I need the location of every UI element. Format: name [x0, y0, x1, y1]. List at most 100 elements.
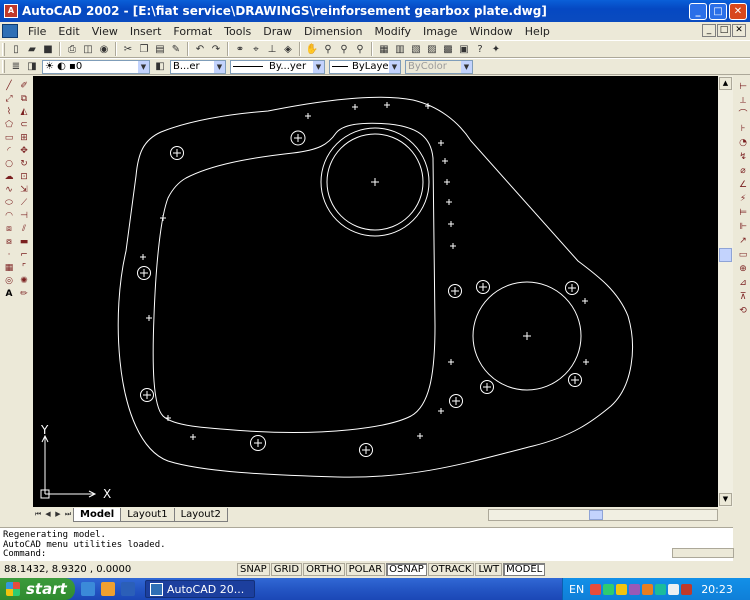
polyline-icon[interactable]: ⌇ — [3, 107, 15, 118]
ucs-icon[interactable]: ⊥ — [265, 43, 279, 56]
drawing-canvas[interactable]: Y X — [33, 76, 718, 507]
menu-image[interactable]: Image — [417, 25, 463, 38]
osnap-toggle[interactable]: OSNAP — [386, 563, 427, 576]
menu-format[interactable]: Format — [167, 25, 218, 38]
first-tab-icon[interactable]: ⏮ — [33, 509, 43, 520]
coordinate-readout[interactable]: 88.1432, 8.9320 , 0.0000 — [0, 564, 237, 575]
menu-draw[interactable]: Draw — [257, 25, 298, 38]
zoom-realtime-icon[interactable]: ⚲ — [321, 43, 335, 56]
rotate-icon[interactable]: ↻ — [18, 159, 30, 170]
radius-dimension-icon[interactable]: ◔ — [737, 138, 749, 149]
toolbar-grip[interactable] — [2, 42, 5, 56]
join-icon[interactable]: ▬ — [18, 237, 30, 248]
maximize-button[interactable]: □ — [709, 3, 727, 20]
lwt-toggle[interactable]: LWT — [475, 563, 503, 576]
dimension-update-icon[interactable]: ⟲ — [737, 306, 749, 317]
minimize-button[interactable]: _ — [689, 3, 707, 20]
properties-icon[interactable]: ▦ — [377, 43, 391, 56]
tool-palettes-icon[interactable]: ▧ — [409, 43, 423, 56]
calculator-icon[interactable]: ▣ — [457, 43, 471, 56]
zoom-window-icon[interactable]: ⚲ — [337, 43, 351, 56]
menu-window[interactable]: Window — [463, 25, 518, 38]
tolerance-icon[interactable]: ▭ — [737, 250, 749, 261]
grid-toggle[interactable]: GRID — [270, 563, 303, 576]
stretch-icon[interactable]: ⇲ — [18, 185, 30, 196]
tab-layout1[interactable]: Layout1 — [120, 507, 175, 522]
arc-length-icon[interactable]: ⌒ — [737, 110, 749, 121]
cut-icon[interactable]: ✂ — [121, 43, 135, 56]
array-icon[interactable]: ⊞ — [18, 133, 30, 144]
command-window[interactable]: Regenerating model. AutoCAD menu utiliti… — [0, 527, 733, 561]
help-icon[interactable]: ? — [473, 43, 487, 56]
break-icon[interactable]: ⫽ — [18, 224, 30, 235]
ordinate-dimension-icon[interactable]: ⊦ — [737, 124, 749, 135]
explode-icon[interactable]: ✺ — [18, 276, 30, 287]
copy-icon[interactable]: ❐ — [137, 43, 151, 56]
tray-app-icon[interactable] — [616, 583, 628, 595]
doc-close-button[interactable]: ✕ — [732, 24, 746, 37]
offset-icon[interactable]: ⊂ — [18, 120, 30, 131]
doc-maximize-button[interactable]: □ — [717, 24, 731, 37]
prev-tab-icon[interactable]: ◀ — [43, 509, 53, 520]
ortho-toggle[interactable]: ORTHO — [303, 563, 345, 576]
ellipse-arc-icon[interactable]: ◠ — [3, 211, 15, 222]
tray-app-icon[interactable] — [603, 583, 615, 595]
erase-icon[interactable]: ✐ — [18, 81, 30, 92]
zoom-previous-icon[interactable]: ⚲ — [353, 43, 367, 56]
menu-help[interactable]: Help — [519, 25, 556, 38]
polygon-icon[interactable]: ⬠ — [3, 120, 15, 131]
multiline-text-icon[interactable]: A — [3, 289, 15, 300]
horizontal-scroll-thumb[interactable] — [589, 510, 603, 520]
copy-object-icon[interactable]: ⧉ — [18, 94, 30, 105]
dimension-edit-icon[interactable]: ⊿ — [737, 278, 749, 289]
extend-icon[interactable]: ⊣ — [18, 211, 30, 222]
menu-file[interactable]: File — [22, 25, 52, 38]
scroll-up-icon[interactable]: ▲ — [719, 77, 732, 90]
layer-manager-icon[interactable]: ≣ — [9, 60, 23, 73]
continue-dimension-icon[interactable]: ⊩ — [737, 222, 749, 233]
jogged-dimension-icon[interactable]: ↯ — [737, 152, 749, 163]
circle-icon[interactable]: ○ — [3, 159, 15, 170]
layer-combo[interactable]: ☀ ◐ ▪ 0 ▼ — [42, 59, 150, 74]
sheet-set-icon[interactable]: ▨ — [425, 43, 439, 56]
angular-dimension-icon[interactable]: ∠ — [737, 180, 749, 191]
arc-icon[interactable]: ◜ — [3, 146, 15, 157]
vertical-scrollbar[interactable]: ▲ ▼ — [718, 76, 733, 507]
pan-icon[interactable]: ✋ — [305, 43, 319, 56]
edit-icon[interactable]: ✏ — [18, 289, 30, 300]
save-icon[interactable]: ■ — [41, 43, 55, 56]
markup-icon[interactable]: ▩ — [441, 43, 455, 56]
tab-model[interactable]: Model — [73, 507, 122, 522]
polar-toggle[interactable]: POLAR — [345, 563, 386, 576]
start-button[interactable]: start — [0, 578, 75, 600]
lineweight-combo[interactable]: ByLayer ▼ — [329, 59, 401, 74]
print-icon[interactable]: ⎙ — [65, 43, 79, 56]
trim-icon[interactable]: ⟋ — [18, 198, 30, 209]
redo-icon[interactable]: ↷ — [209, 43, 223, 56]
command-horizontal-scrollbar[interactable] — [672, 548, 734, 558]
hatch-icon[interactable]: ▦ — [3, 263, 15, 274]
snap-toggle[interactable]: SNAP — [237, 563, 270, 576]
design-center-icon[interactable]: ▥ — [393, 43, 407, 56]
dimension-text-edit-icon[interactable]: ⊼ — [737, 292, 749, 303]
spline-icon[interactable]: ∿ — [3, 185, 15, 196]
today-icon[interactable]: ✦ — [489, 43, 503, 56]
tray-app-icon[interactable] — [629, 583, 641, 595]
tray-app-icon[interactable] — [590, 583, 602, 595]
vertical-scroll-thumb[interactable] — [719, 248, 732, 262]
move-icon[interactable]: ✥ — [18, 146, 30, 157]
diameter-dimension-icon[interactable]: ⌀ — [737, 166, 749, 177]
quick-leader-icon[interactable]: ↗ — [737, 236, 749, 247]
quick-dimension-icon[interactable]: ⚡ — [737, 194, 749, 205]
command-scrollbar[interactable] — [733, 527, 750, 561]
otrack-toggle[interactable]: OTRACK — [427, 563, 475, 576]
chamfer-icon[interactable]: ⌐ — [18, 250, 30, 261]
menu-view[interactable]: View — [86, 25, 124, 38]
linear-dimension-icon[interactable]: ⊢ — [737, 82, 749, 93]
command-prompt[interactable]: Command: — [3, 549, 733, 560]
taskbar-item-autocad[interactable]: AutoCAD 20... — [145, 580, 255, 598]
language-indicator[interactable]: EN — [569, 583, 584, 596]
paste-icon[interactable]: ▤ — [153, 43, 167, 56]
ie-icon[interactable] — [81, 582, 95, 596]
horizontal-scrollbar[interactable] — [488, 509, 718, 521]
